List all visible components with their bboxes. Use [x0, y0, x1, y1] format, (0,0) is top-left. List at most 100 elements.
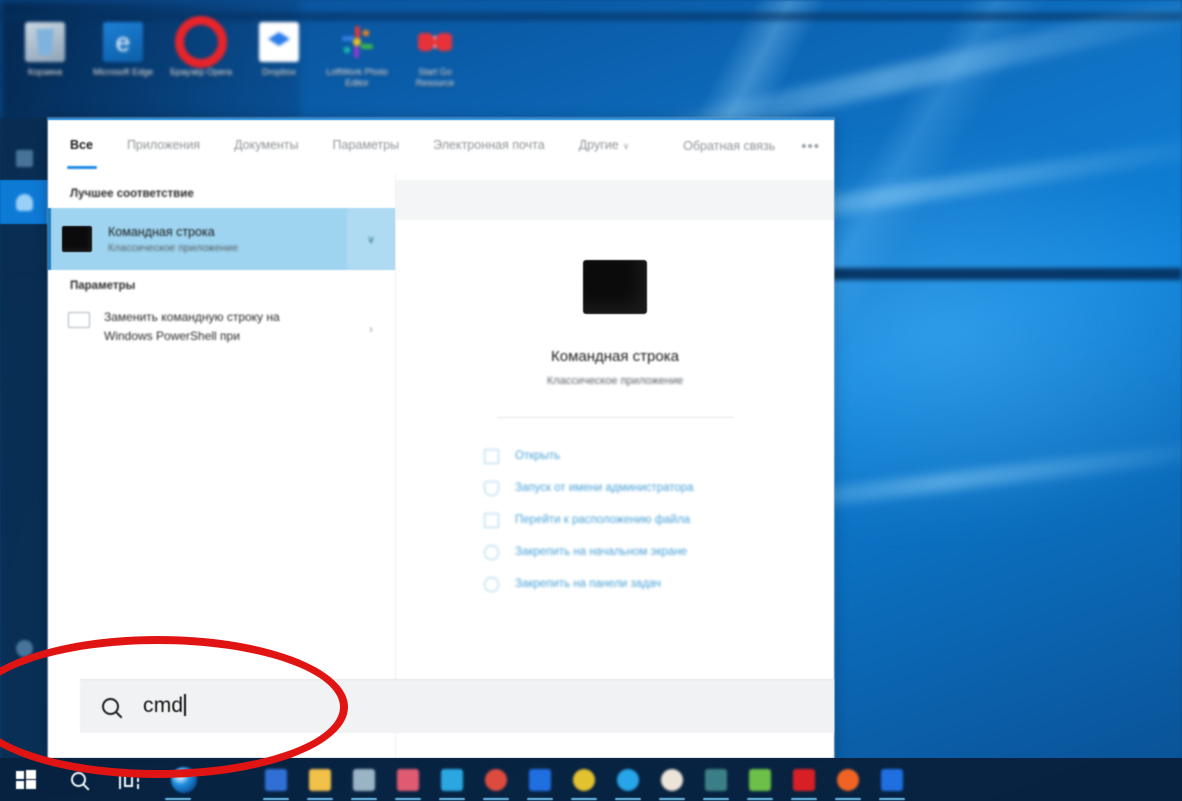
taskbar-app-8[interactable]: [562, 758, 606, 801]
chevron-down-icon: ∨: [622, 141, 630, 151]
taskbar-app-2[interactable]: [298, 758, 342, 801]
taskbar-app-6[interactable]: [474, 758, 518, 801]
chevron-right-icon[interactable]: ›: [369, 322, 373, 336]
app-icon: [353, 768, 375, 791]
search-results-panel: Все Приложения Документы Параметры Элект…: [48, 118, 834, 758]
app-icon: [397, 768, 419, 791]
action-label: Запуск от имени администратора: [515, 482, 694, 494]
start-rail-item-documents[interactable]: [0, 136, 48, 180]
pictures-icon: [15, 193, 33, 211]
desktop-icon-red-app[interactable]: Start Go Resource: [398, 0, 472, 89]
open-icon: [484, 448, 499, 464]
app-icon: [265, 768, 287, 791]
pin-icon: [484, 544, 499, 560]
desktop-icon-label: Dropbox: [261, 67, 297, 77]
red-app-icon: [415, 22, 455, 62]
action-label: Открыть: [515, 450, 561, 462]
search-filter-tabs: Все Приложения Документы Параметры Элект…: [48, 118, 834, 174]
taskbar-app-9[interactable]: [606, 758, 650, 801]
chevron-down-icon[interactable]: ∨: [347, 208, 395, 270]
taskbar-app-7[interactable]: [518, 758, 562, 801]
taskbar-app-14[interactable]: [826, 758, 870, 801]
preview-title: Командная строка: [551, 348, 679, 365]
tab-documents[interactable]: Документы: [234, 138, 298, 154]
task-view-icon: [119, 770, 141, 789]
result-title: Командная строка: [108, 224, 215, 239]
recycle-bin-icon: [25, 22, 65, 62]
setting-label: Заменить командную строку на Windows Pow…: [104, 310, 280, 343]
preview-action-list: Открыть Запуск от имени администратора П…: [484, 440, 746, 600]
result-row-command-prompt[interactable]: Командная строка Классическое приложение…: [48, 208, 395, 270]
edge-icon: e: [103, 22, 143, 62]
action-open[interactable]: Открыть: [484, 440, 746, 472]
taskbar-app-4[interactable]: [386, 758, 430, 801]
taskbar-app-10[interactable]: [650, 758, 694, 801]
result-subtitle: Классическое приложение: [108, 241, 239, 254]
tab-more[interactable]: Другие ∨: [579, 138, 630, 154]
search-input[interactable]: cmd: [80, 679, 834, 733]
tab-apps[interactable]: Приложения: [127, 138, 200, 154]
best-match-header: Лучшее соответствие: [70, 188, 194, 200]
action-pin-to-taskbar[interactable]: Закрепить на панели задач: [484, 568, 746, 600]
tab-more-label: Другие: [578, 138, 619, 152]
photo-editor-icon: [337, 22, 377, 62]
tab-all[interactable]: Все: [67, 138, 97, 169]
power-icon: [15, 639, 33, 657]
setting-row-powershell[interactable]: Заменить командную строку на Windows Pow…: [48, 300, 395, 356]
action-pin-to-start[interactable]: Закрепить на начальном экране: [484, 536, 746, 568]
desktop-icon-opera[interactable]: Браузер Opera: [164, 0, 238, 89]
taskbar-app-3[interactable]: [342, 758, 386, 801]
start-rail-item-pictures[interactable]: [0, 180, 48, 224]
taskbar-search-button[interactable]: [52, 758, 104, 801]
preview-divider: [497, 417, 733, 418]
documents-icon: [15, 149, 33, 167]
edge-icon: [171, 766, 197, 793]
desktop-icon-label: Корзина: [27, 67, 63, 77]
start-button[interactable]: [0, 758, 52, 801]
windows-logo-icon: [16, 769, 36, 790]
excel-icon: [749, 768, 771, 791]
app-icon: [441, 768, 463, 791]
feedback-link[interactable]: Обратная связь: [683, 139, 775, 153]
taskbar: [0, 758, 1182, 801]
desktop-icon-dropbox[interactable]: Dropbox: [242, 0, 316, 89]
taskbar-app-15[interactable]: [870, 758, 914, 801]
preview-subtitle: Классическое приложение: [546, 375, 684, 387]
app-icon: [793, 768, 815, 791]
action-run-as-admin[interactable]: Запуск от имени администратора: [484, 472, 746, 504]
desktop-icon-photo-editor[interactable]: LoftWork Photo Editor: [320, 0, 394, 89]
desktop-icon-grid: Корзина e Microsoft Edge Браузер Opera D…: [8, 0, 472, 89]
search-results-column: Лучшее соответствие Командная строка Кла…: [48, 174, 396, 758]
action-label: Закрепить на панели задач: [515, 578, 662, 590]
taskbar-app-13[interactable]: [782, 758, 826, 801]
desktop-icon-microsoft-edge[interactable]: e Microsoft Edge: [86, 0, 160, 89]
app-icon: [881, 768, 903, 791]
tab-email[interactable]: Электронная почта: [433, 138, 545, 154]
tab-settings[interactable]: Параметры: [333, 138, 400, 154]
more-options-icon[interactable]: •••: [801, 138, 820, 155]
app-icon: [529, 768, 551, 791]
text-caret: [184, 694, 186, 716]
action-open-file-location[interactable]: Перейти к расположению файла: [484, 504, 746, 536]
settings-icon: [68, 312, 90, 328]
pin-taskbar-icon: [484, 576, 499, 592]
desktop-icon-recycle-bin[interactable]: Корзина: [8, 0, 82, 89]
command-prompt-large-icon: [583, 260, 647, 314]
app-icon: [573, 768, 595, 791]
clock-icon: [661, 768, 683, 791]
task-view-button[interactable]: [104, 758, 156, 801]
taskbar-app-5[interactable]: [430, 758, 474, 801]
search-input-value: cmd: [143, 694, 186, 718]
desktop-icon-label: LoftWork Photo Editor: [326, 67, 388, 88]
action-label: Закрепить на начальном экране: [515, 546, 688, 558]
taskbar-app-11[interactable]: [694, 758, 738, 801]
opera-icon: [175, 16, 227, 68]
taskbar-app-12[interactable]: [738, 758, 782, 801]
search-panel-body: Лучшее соответствие Командная строка Кла…: [48, 174, 834, 758]
taskbar-app-1[interactable]: [254, 758, 298, 801]
app-icon: [705, 768, 727, 791]
start-menu-rail: [0, 118, 48, 760]
taskbar-app-edge-browser[interactable]: [156, 758, 212, 801]
command-prompt-icon: [62, 226, 92, 252]
start-rail-item-power[interactable]: [0, 626, 48, 670]
